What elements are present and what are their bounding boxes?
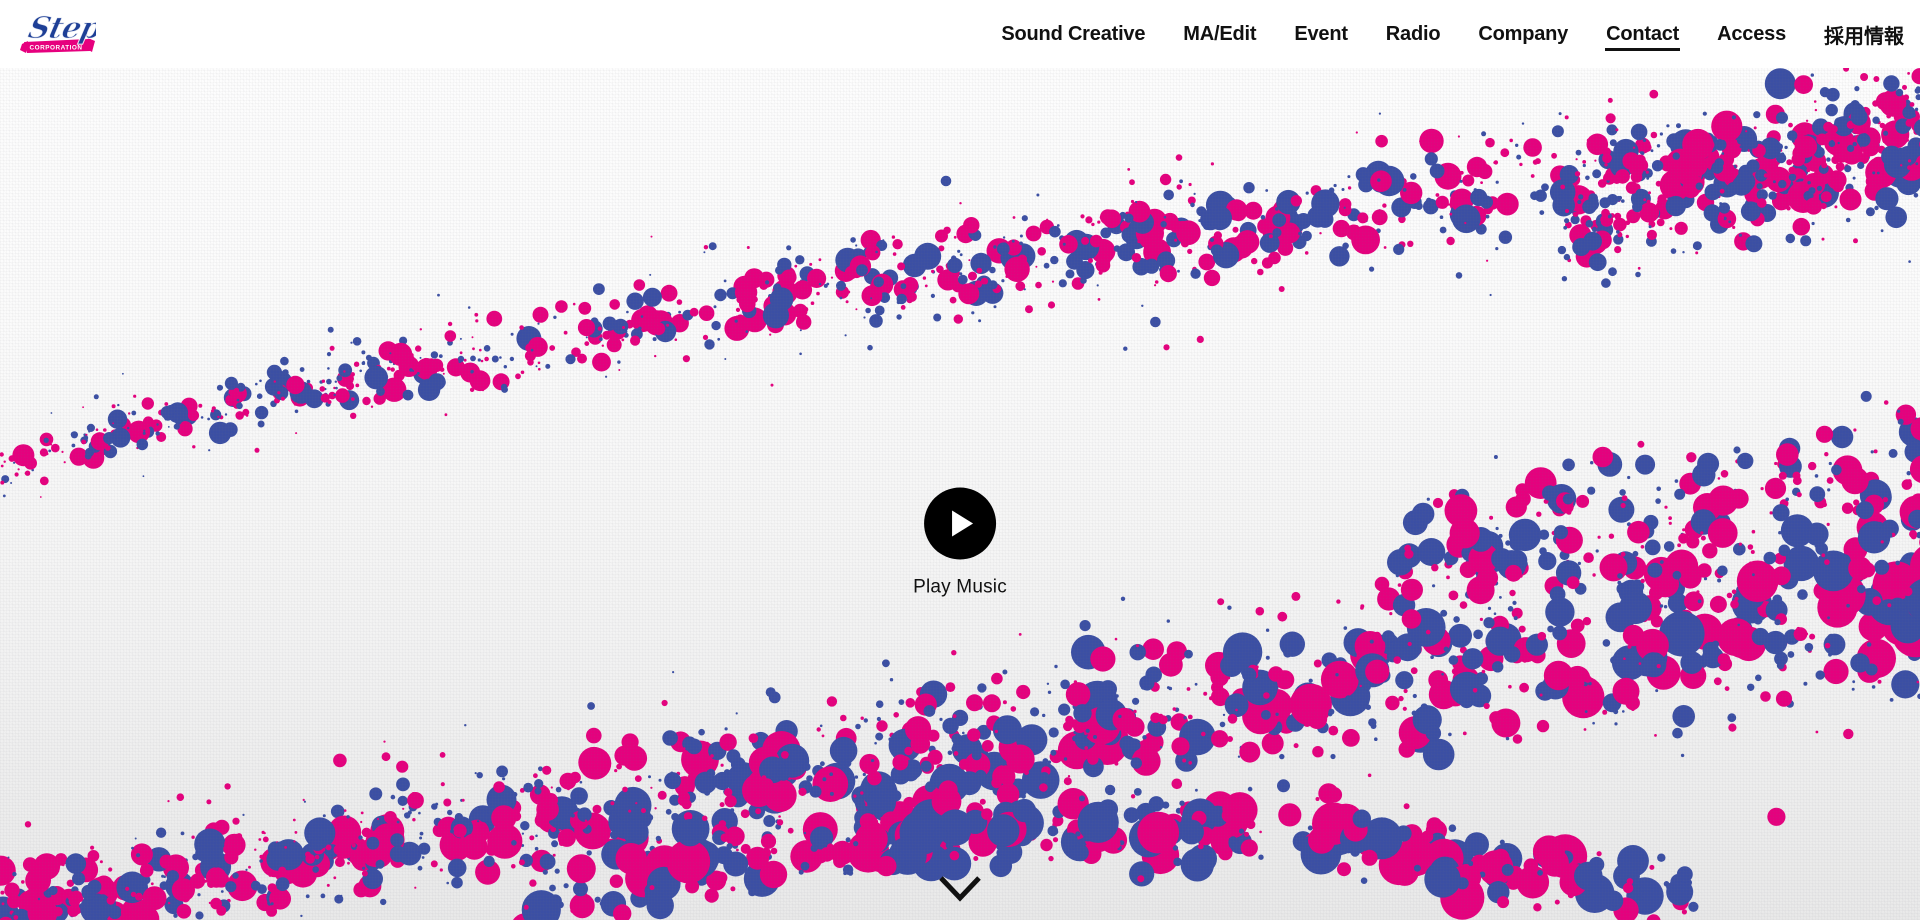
nav-item-label: 採用情報 xyxy=(1824,25,1904,48)
nav-item-event[interactable]: Event xyxy=(1275,0,1366,68)
step-corporation-logo-icon: CORPORATION Step Step Step xyxy=(20,10,96,53)
logo-wordmark-shape: Step Step Step xyxy=(24,10,96,47)
chevron-down-icon xyxy=(939,876,981,902)
play-music-label: Play Music xyxy=(913,576,1007,598)
nav-item-radio[interactable]: Radio xyxy=(1367,0,1460,68)
nav-item-contact[interactable]: Contact xyxy=(1587,0,1698,68)
nav-item-company[interactable]: Company xyxy=(1459,0,1587,68)
nav-item-ma-edit[interactable]: MA/Edit xyxy=(1164,0,1275,68)
hero-section: Play Music xyxy=(0,68,1920,920)
nav-item-sound-creative[interactable]: Sound Creative xyxy=(982,0,1164,68)
nav-item-label: Contact xyxy=(1606,22,1680,45)
nav-item-label: Access xyxy=(1717,22,1786,45)
scroll-down-cue[interactable] xyxy=(937,872,983,906)
nav-item-label: Company xyxy=(1478,22,1569,45)
nav-item-label: Radio xyxy=(1385,22,1441,45)
site-header: CORPORATION Step Step Step Sound Creativ… xyxy=(0,0,1920,68)
nav-item-label: Event xyxy=(1294,22,1348,45)
brand-logo[interactable]: CORPORATION Step Step Step xyxy=(18,6,96,58)
play-triangle-icon xyxy=(952,510,974,537)
play-music-button[interactable] xyxy=(923,487,996,560)
main-nav: Sound Creative MA/Edit Event Radio Compa… xyxy=(982,0,1920,68)
nav-item-access[interactable]: Access xyxy=(1698,0,1805,68)
nav-item-recruit[interactable]: 採用情報 xyxy=(1805,0,1916,68)
nav-item-label: Sound Creative xyxy=(1001,22,1146,45)
play-music-control[interactable]: Play Music xyxy=(913,487,1007,599)
nav-active-underline xyxy=(1605,48,1681,51)
nav-item-label: MA/Edit xyxy=(1183,22,1257,45)
